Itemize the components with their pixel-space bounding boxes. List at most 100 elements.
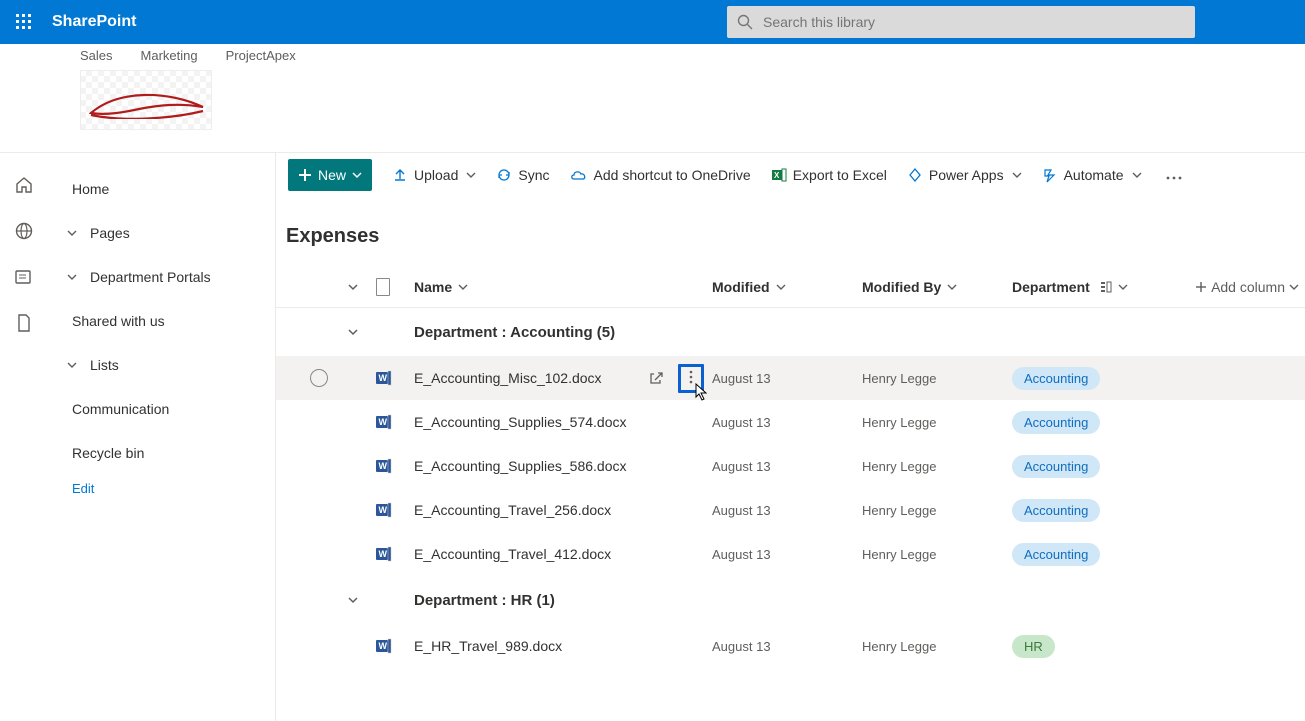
home-icon[interactable] [14,175,34,195]
modifiedby-cell: Henry Legge [862,547,1012,562]
nav-recycle[interactable]: Recycle bin [48,431,275,475]
hub-nav: Sales Marketing ProjectApex [0,44,1305,68]
word-doc-icon: W [376,638,392,654]
nav-lists-label: Lists [90,357,119,373]
file-row[interactable]: WE_Accounting_Misc_102.docxAugust 13Henr… [276,356,1305,400]
row-actions-button[interactable] [678,364,704,393]
file-name-label[interactable]: E_Accounting_Misc_102.docx [414,370,602,386]
upload-label: Upload [414,167,458,183]
automate-icon [1042,167,1058,183]
modifiedby-cell: Henry Legge [862,639,1012,654]
nav-home[interactable]: Home [48,167,275,211]
col-name-header[interactable]: Name [414,279,712,295]
sync-button[interactable]: Sync [496,167,549,183]
group-title-label: Department : Accounting (5) [414,324,615,341]
site-logo[interactable] [80,70,212,130]
brand-label[interactable]: SharePoint [48,13,136,31]
command-overflow[interactable] [1162,163,1186,187]
department-pill[interactable]: Accounting [1012,499,1100,522]
library-title: Expenses [282,197,1305,266]
group-header[interactable]: Department : HR (1) [276,576,1305,624]
chevron-down-icon [466,170,476,180]
add-shortcut-button[interactable]: Add shortcut to OneDrive [570,167,751,183]
chevron-down-icon [66,227,78,239]
app-launcher-icon[interactable] [0,0,48,44]
svg-text:W: W [379,373,388,383]
select-radio[interactable] [310,369,328,387]
upload-icon [392,167,408,183]
file-row[interactable]: WE_Accounting_Travel_256.docxAugust 13He… [276,488,1305,532]
group-header[interactable]: Department : Accounting (5) [276,308,1305,356]
export-label: Export to Excel [793,167,887,183]
powerapps-button[interactable]: Power Apps [907,167,1022,183]
department-pill[interactable]: Accounting [1012,367,1100,390]
search-box[interactable] [727,6,1195,38]
department-pill[interactable]: Accounting [1012,455,1100,478]
add-column-button[interactable]: Add column [1192,279,1305,295]
file-row[interactable]: WE_Accounting_Supplies_574.docxAugust 13… [276,400,1305,444]
nav-deptportals-label: Department Portals [90,269,211,285]
nav-shared-label: Shared with us [72,313,165,329]
modified-cell: August 13 [712,639,862,654]
more-vertical-icon[interactable] [689,370,693,384]
nav-shared[interactable]: Shared with us [48,299,275,343]
hub-link-projectapex[interactable]: ProjectApex [226,48,296,68]
files-icon[interactable] [14,313,34,333]
file-row[interactable]: WE_Accounting_Travel_412.docxAugust 13He… [276,532,1305,576]
col-modified-header[interactable]: Modified [712,279,862,295]
chevron-down-icon [458,282,468,292]
word-doc-icon: W [376,546,392,562]
chevron-down-icon[interactable] [347,281,359,293]
chevron-down-icon [352,170,362,180]
file-type-header-icon[interactable] [376,278,390,296]
nav-pages[interactable]: Pages [48,211,275,255]
nav-lists[interactable]: Lists [48,343,275,387]
chevron-down-icon [947,282,957,292]
nav-edit-link[interactable]: Edit [48,481,275,496]
col-modifiedby-header[interactable]: Modified By [862,279,1012,295]
chevron-down-icon [66,359,78,371]
file-name-label[interactable]: E_Accounting_Travel_256.docx [414,502,611,518]
department-pill[interactable]: Accounting [1012,543,1100,566]
chevron-down-icon [1132,170,1142,180]
nav-department-portals[interactable]: Department Portals [48,255,275,299]
main-area: New Upload Sync Add shortcut to OneDrive… [276,153,1305,721]
svg-text:W: W [379,417,388,427]
file-name-label[interactable]: E_Accounting_Supplies_574.docx [414,414,627,430]
new-button[interactable]: New [288,159,372,191]
file-name-label[interactable]: E_Accounting_Supplies_586.docx [414,458,627,474]
chevron-down-icon[interactable] [347,326,359,338]
file-row[interactable]: W E_HR_Travel_989.docx August 13Henry Legg… [276,624,1305,668]
suite-bar: SharePoint [0,0,1305,44]
upload-button[interactable]: Upload [392,167,476,183]
department-pill[interactable]: HR [1012,635,1055,658]
file-name-label[interactable]: E_HR_Travel_989.docx [414,638,562,654]
modified-cell: August 13 [712,371,862,386]
chevron-down-icon [1012,170,1022,180]
chevron-down-icon[interactable] [347,594,359,606]
department-pill[interactable]: Accounting [1012,411,1100,434]
share-icon[interactable] [648,370,664,386]
powerapps-icon [907,167,923,183]
globe-icon[interactable] [14,221,34,241]
hub-link-marketing[interactable]: Marketing [141,48,198,68]
chevron-down-icon [1118,282,1128,292]
hub-link-sales[interactable]: Sales [80,48,113,68]
svg-text:W: W [379,549,388,559]
word-doc-icon: W [376,370,392,386]
nav-communication[interactable]: Communication [48,387,275,431]
export-excel-button[interactable]: X Export to Excel [771,167,887,183]
svg-text:X: X [774,171,780,180]
col-department-header[interactable]: Department [1012,279,1192,295]
chevron-down-icon [66,271,78,283]
file-name-label[interactable]: E_Accounting_Travel_412.docx [414,546,611,562]
file-row[interactable]: WE_Accounting_Supplies_586.docxAugust 13… [276,444,1305,488]
left-rail [0,153,48,721]
excel-icon: X [771,167,787,183]
cursor-icon [695,383,709,401]
automate-button[interactable]: Automate [1042,167,1142,183]
side-nav: Home Pages Department Portals Shared wit… [48,153,276,721]
search-input[interactable] [763,14,1185,30]
news-icon[interactable] [14,267,34,287]
plus-icon [1195,281,1207,293]
